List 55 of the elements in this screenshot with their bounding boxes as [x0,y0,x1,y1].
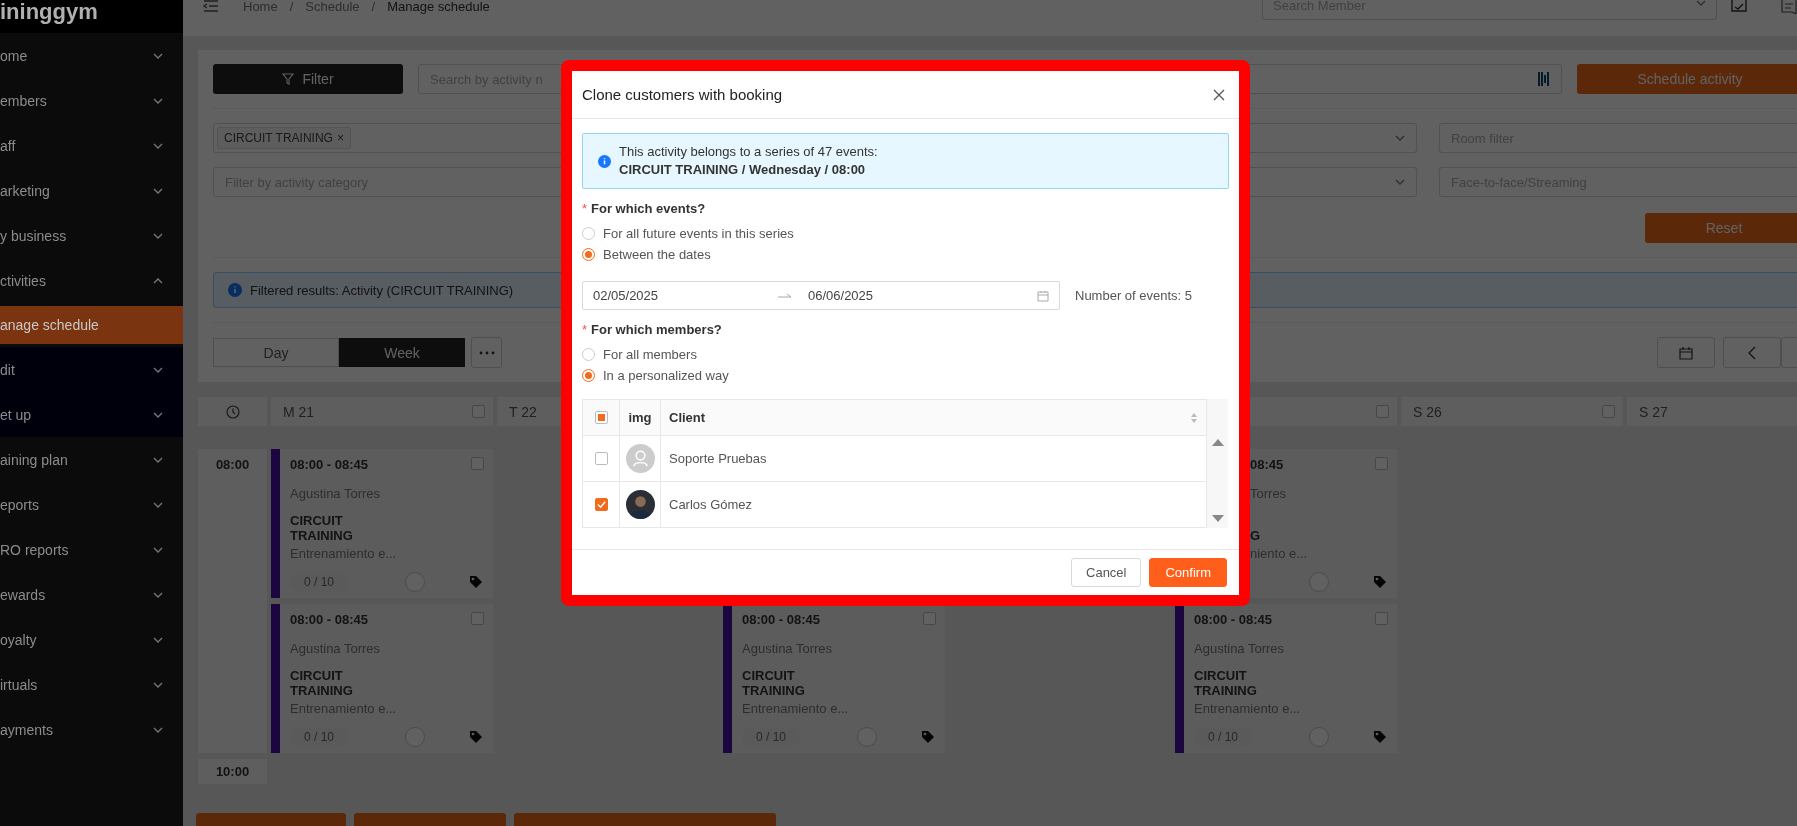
day-header: M 21 [283,403,315,420]
client-name: Soporte Pruebas [669,451,767,466]
sidebar-item[interactable]: eports [0,482,183,527]
radio-label[interactable]: Between the dates [603,246,711,262]
radio-label[interactable]: For all future events in this series [603,225,794,241]
activity-name: CIRCUIT TRAINING [290,513,354,543]
sidebar-item[interactable]: irtuals [0,662,183,707]
radio-label[interactable]: In a personalized way [603,367,729,383]
sidebar-item[interactable]: y business [0,213,183,258]
dialog-title: Clone customers with booking [582,86,783,103]
event-time: 08:00 - 08:45 [290,612,369,628]
column-header[interactable]: Client [669,410,706,425]
sidebar-item[interactable]: ayments [0,707,183,752]
event-time: 08:00 - 08:45 [742,612,821,628]
sidebar-item[interactable]: RO reports [0,527,183,572]
event-time: 08:45 [1250,457,1284,473]
sidebar-item[interactable]: embers [0,78,183,123]
client-name: Carlos Gómez [669,497,753,512]
event-count: Number of events: 5 [1075,288,1193,303]
radio-label[interactable]: For all members [603,346,697,362]
activity-name: CIRCUIT TRAINING [290,668,354,698]
sidebar-item[interactable]: oyalty [0,617,183,662]
event-time: 08:00 - 08:45 [1194,612,1273,628]
sidebar-item[interactable]: dit [0,347,183,392]
filter-button[interactable]: Filter [213,64,403,94]
sidebar-item[interactable]: ome [0,33,183,78]
filter-notice: Filtered results: Activity (CIRCUIT TRAINING) [250,282,514,298]
breadcrumb-separator: / [289,0,294,14]
activity-name: CIRCUIT TRAINING [1194,668,1258,698]
time-label: 08:00 [198,449,267,753]
confirm-button[interactable]: Confirm [1149,558,1227,587]
sidebar-item[interactable]: et up [0,392,183,437]
cancel-button[interactable]: Cancel [1071,558,1142,587]
column-header: img [628,410,652,425]
sidebar-item[interactable]: anage schedule [0,306,183,344]
day-header: S 27 [1639,403,1668,420]
logo: ininggym [0,0,98,24]
day-header: T 22 [509,403,537,420]
breadcrumb-separator: / [371,0,376,14]
activity-name: CIRCUIT TRAINING [742,668,806,698]
sidebar-item[interactable]: aff [0,123,183,168]
event-time: 08:00 - 08:45 [290,457,369,473]
activity-name: G [1250,527,1262,543]
sidebar-item[interactable]: ctivities [0,258,183,303]
day-header: S 26 [1413,403,1442,420]
time-label: 10:00 [198,759,267,784]
question-label: For which events? [591,200,706,216]
sidebar-item[interactable]: ewards [0,572,183,617]
required-mark: * [582,321,588,337]
date-range-field[interactable]: 02/05/2025 06/06/2025 [582,281,1060,310]
required-mark: * [582,200,588,216]
question-label: For which members? [591,321,722,337]
sidebar-item[interactable]: arketing [0,168,183,213]
sidebar-item[interactable]: aining plan [0,437,183,482]
view-tab[interactable]: Week [339,338,465,367]
